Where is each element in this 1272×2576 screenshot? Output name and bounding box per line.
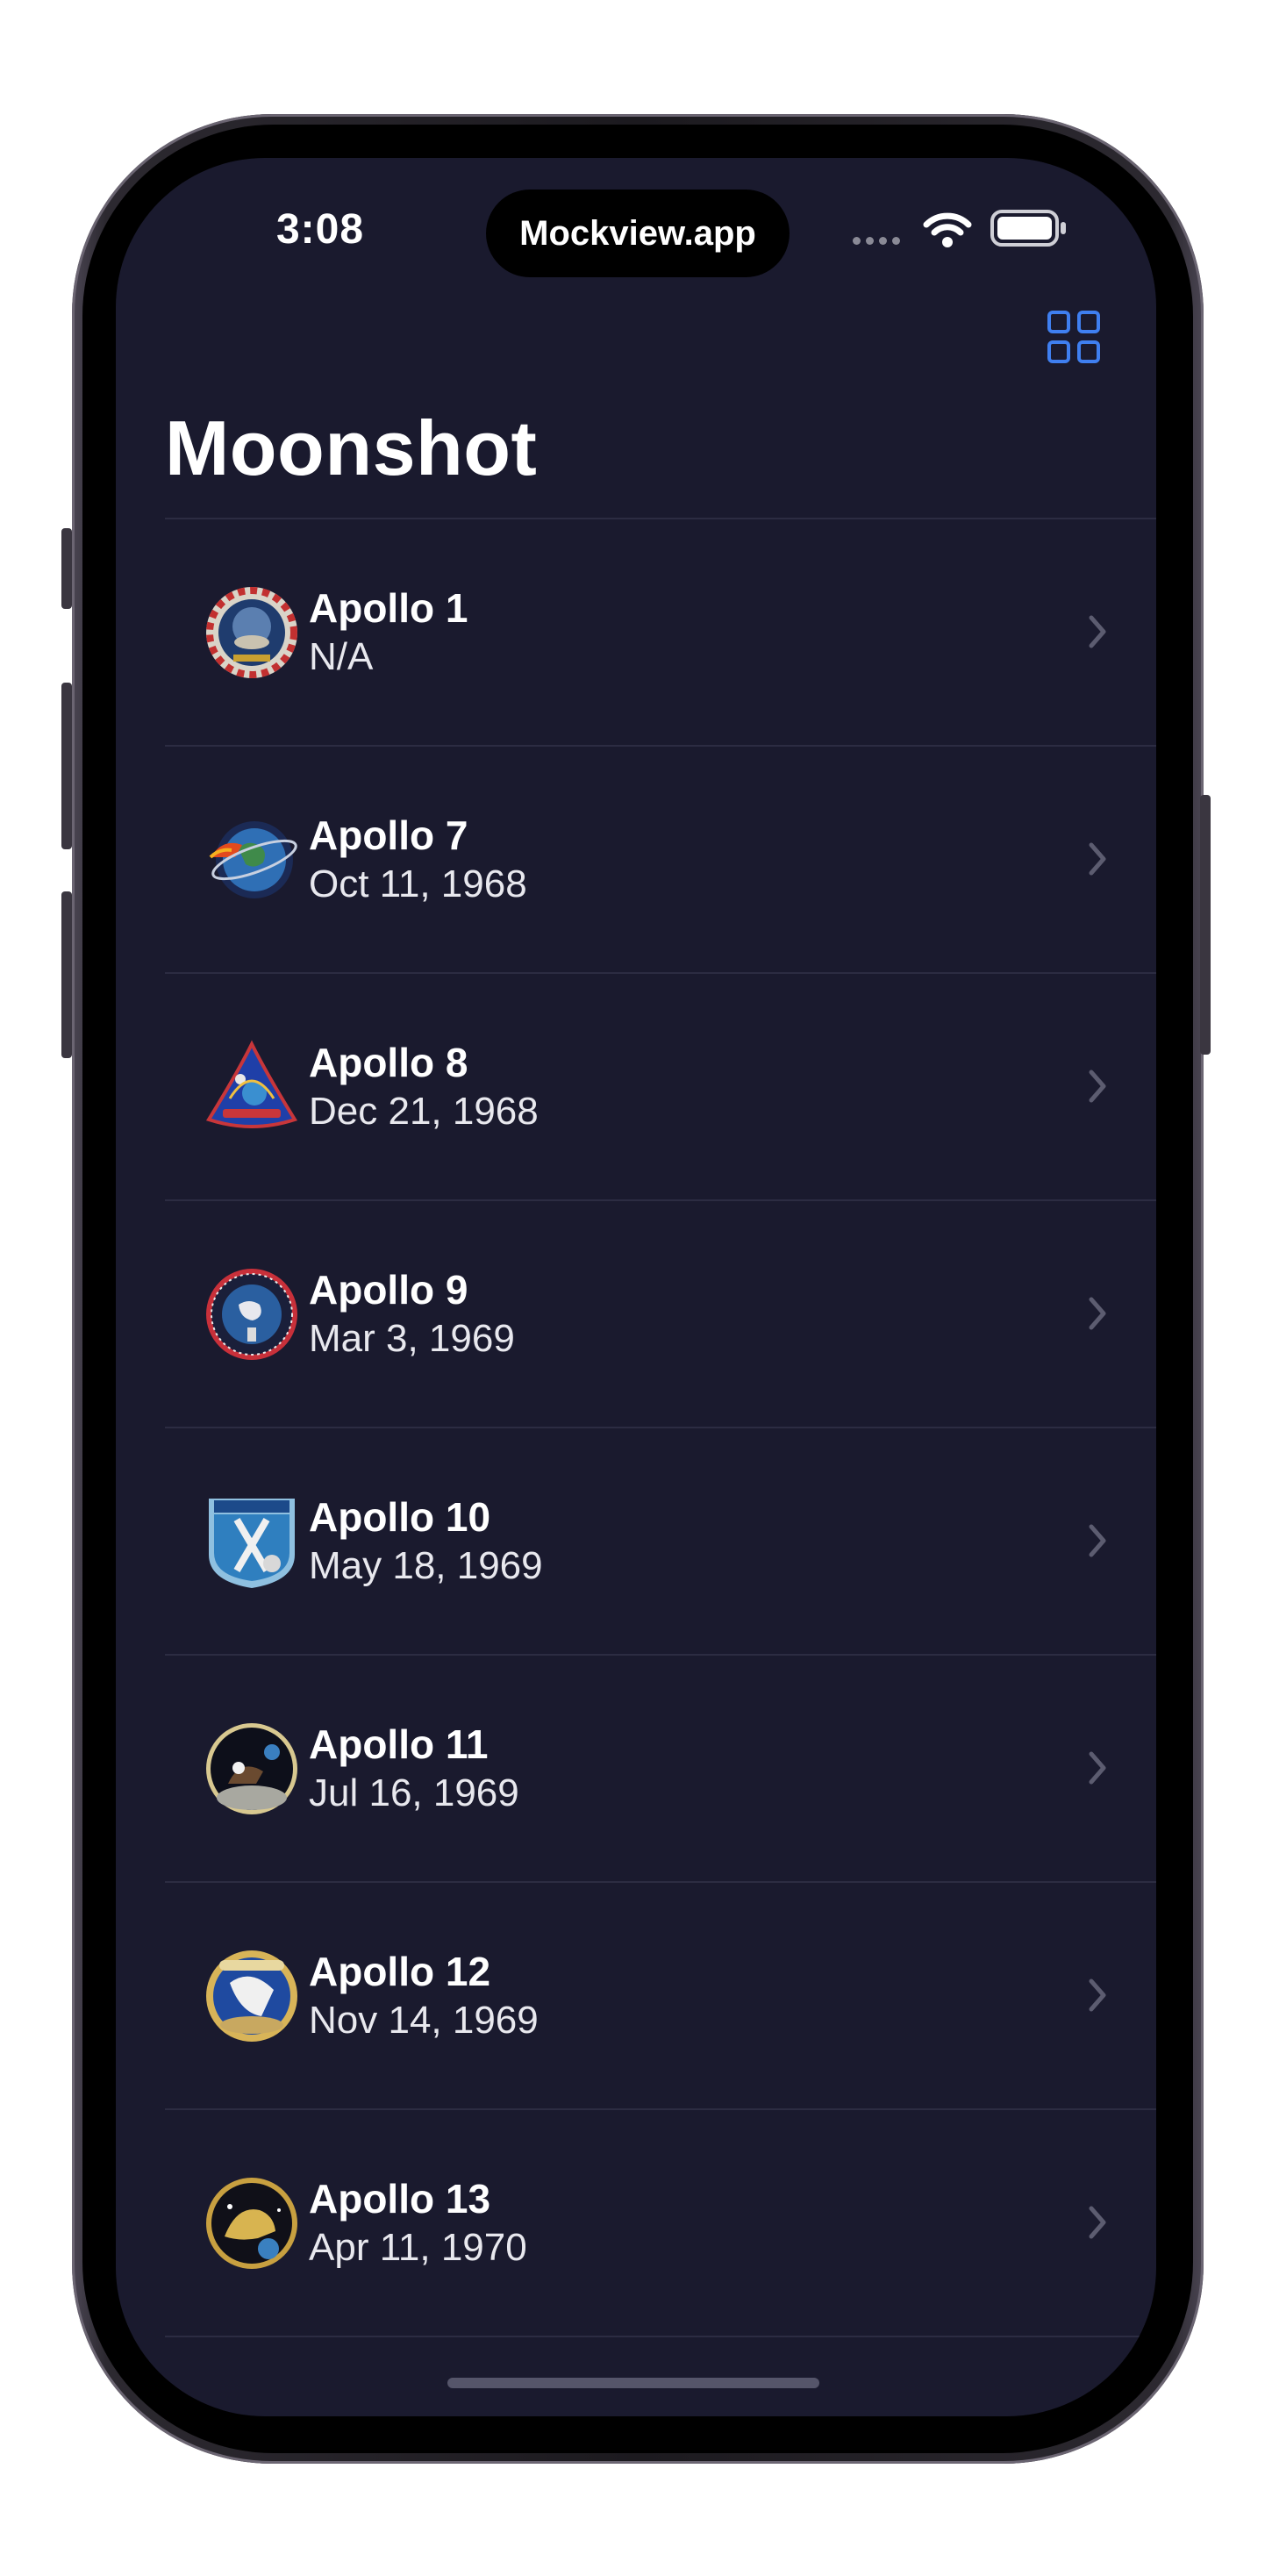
mission-launch-date: Apr 11, 1970	[309, 2226, 527, 2269]
volume-down-button	[61, 891, 72, 1058]
chevron-right-icon	[1089, 615, 1106, 648]
apollo-11-badge-icon	[206, 1723, 297, 1814]
mission-launch-date: N/A	[309, 635, 374, 678]
chevron-right-icon	[1089, 1751, 1106, 1785]
mission-name: Apollo 7	[309, 812, 468, 858]
apollo-13-badge-icon	[206, 2178, 297, 2269]
mission-name: Apollo 1	[309, 585, 468, 631]
page-title: Moonshot	[165, 404, 538, 491]
layout-toggle-grid-icon[interactable]	[1047, 311, 1100, 363]
mission-row-apollo-10[interactable]: Apollo 10 May 18, 1969	[165, 1428, 1156, 1656]
mission-name: Apollo 10	[309, 1494, 491, 1540]
mission-launch-date: Jul 16, 1969	[309, 1771, 519, 1814]
battery-icon	[990, 210, 1066, 247]
mission-row-apollo-1[interactable]: Apollo 1 N/A	[165, 519, 1156, 747]
mission-launch-date: Mar 3, 1969	[309, 1317, 515, 1360]
app-screen: 3:08 Mockview.app Moonshot Apollo 1 N/A …	[116, 158, 1156, 2416]
mission-row-apollo-13[interactable]: Apollo 13 Apr 11, 1970	[165, 2110, 1156, 2337]
mission-row-apollo-12[interactable]: Apollo 12 Nov 14, 1969	[165, 1883, 1156, 2110]
apollo-1-badge-icon	[206, 587, 297, 678]
mission-list: Apollo 1 N/A Apollo 7 Oct 11, 1968 Apoll…	[116, 519, 1156, 2337]
chevron-right-icon	[1089, 842, 1106, 876]
chevron-right-icon	[1089, 1297, 1106, 1330]
mission-row-apollo-9[interactable]: Apollo 9 Mar 3, 1969	[165, 1201, 1156, 1428]
chevron-right-icon	[1089, 1524, 1106, 1557]
apollo-8-badge-icon	[205, 1040, 298, 1128]
mission-name: Apollo 8	[309, 1040, 468, 1085]
mission-name: Apollo 9	[309, 1267, 468, 1313]
dynamic-island: Mockview.app	[486, 190, 790, 277]
mission-launch-date: Dec 21, 1968	[309, 1090, 539, 1133]
mission-launch-date: May 18, 1969	[309, 1544, 543, 1587]
home-indicator[interactable]	[447, 2378, 819, 2388]
apollo-7-badge-icon	[209, 821, 297, 898]
apollo-9-badge-icon	[206, 1269, 297, 1360]
action-button	[61, 528, 72, 609]
volume-up-button	[61, 683, 72, 849]
mission-name: Apollo 13	[309, 2176, 491, 2222]
apollo-10-badge-icon	[209, 1499, 295, 1588]
island-label: Mockview.app	[519, 213, 756, 253]
mission-row-apollo-11[interactable]: Apollo 11 Jul 16, 1969	[165, 1656, 1156, 1883]
power-button	[1200, 795, 1211, 1055]
cellular-signal-icon	[853, 237, 900, 245]
mission-row-apollo-8[interactable]: Apollo 8 Dec 21, 1968	[165, 974, 1156, 1201]
wifi-icon	[923, 212, 972, 247]
mission-name: Apollo 11	[309, 1721, 489, 1767]
status-time: 3:08	[275, 206, 365, 253]
chevron-right-icon	[1089, 2206, 1106, 2239]
chevron-right-icon	[1089, 1070, 1106, 1103]
apollo-12-badge-icon	[206, 1950, 297, 2042]
mission-launch-date: Oct 11, 1968	[309, 862, 527, 905]
chevron-right-icon	[1089, 1979, 1106, 2012]
mission-name: Apollo 12	[309, 1949, 491, 1994]
mission-row-apollo-7[interactable]: Apollo 7 Oct 11, 1968	[165, 747, 1156, 974]
mission-launch-date: Nov 14, 1969	[309, 1999, 539, 2042]
